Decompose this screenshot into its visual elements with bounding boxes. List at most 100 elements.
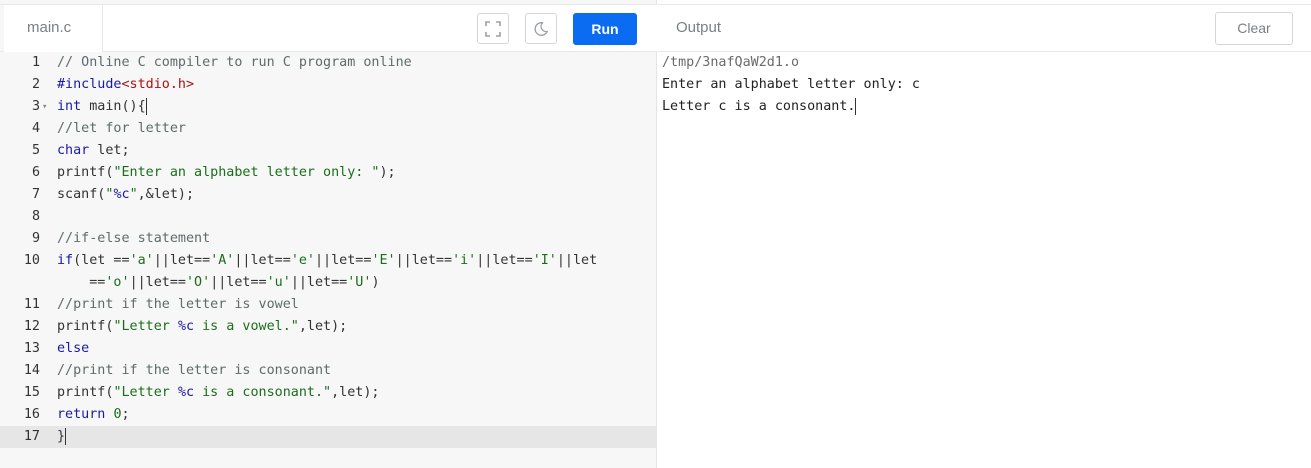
code-line[interactable]: 4 //let for letter [0,118,657,140]
code-text: } [57,426,67,448]
line-number: 4 [31,121,40,136]
code-line[interactable]: 9 //if-else statement [0,228,657,250]
code-token: <stdio.h> [121,77,195,92]
fullscreen-icon [485,20,501,37]
code-token: 'e' [290,253,315,268]
code-token: ,&let); [137,187,195,202]
line-number: 14 [23,363,40,378]
clear-button[interactable]: Clear [1215,12,1293,45]
code-line[interactable]: 7 scanf("%c",&let); [0,184,657,206]
code-token: ||let== [290,275,348,290]
output-line: Letter c is a consonant. [662,96,1307,118]
code-text: // Online C compiler to run C program on… [57,52,412,74]
code-token: //print if the letter is consonant [57,363,332,378]
code-line[interactable]: 8 [0,206,657,228]
code-token: 'o' [105,275,130,290]
code-token: 'U' [347,275,372,290]
code-token: ||let== [315,253,372,268]
code-text: //print if the letter is vowel [57,294,299,316]
code-token: "Enter an alphabet letter only: " [113,165,380,180]
line-number: 12 [23,319,40,334]
line-number: 3 [31,99,40,114]
line-number: 8 [31,209,40,224]
code-token: 'i' [452,253,477,268]
editor-pane: main.c Run 1 // Online C compiler to run … [0,0,657,468]
code-text: //if-else statement [57,228,210,250]
code-token: scanf( [57,187,106,202]
code-token: 'I' [532,253,557,268]
code-text: //let for letter [57,118,186,140]
output-title: Output [676,19,722,36]
output-pane: Output Clear /tmp/3nafQaW2d1.o Enter an a… [658,0,1311,468]
code-token: == [57,275,106,290]
line-number: 6 [31,165,40,180]
code-line[interactable]: =='o'||let=='O'||let=='u'||let=='U') [0,272,657,294]
code-token: ||let== [153,253,211,268]
code-token: is a vowel." [194,319,299,334]
code-text: else [57,338,89,360]
code-line[interactable]: 14 //print if the letter is consonant [0,360,657,382]
code-line[interactable]: 11 //print if the letter is vowel [0,294,657,316]
code-token: 'u' [266,275,291,290]
line-number: 15 [23,385,40,400]
code-text: if(let =='a'||let=='A'||let=='e'||let=='… [57,250,597,272]
code-line[interactable]: 12 printf("Letter %c is a vowel.",let); [0,316,657,338]
code-token: main(){ [81,99,146,114]
code-line[interactable]: 3 ▾ int main(){ [0,96,657,118]
line-number: 9 [31,231,40,246]
code-token: else [57,341,90,356]
code-token: //if-else statement [57,231,211,246]
run-button[interactable]: Run [573,13,637,45]
output-text: Enter an alphabet letter only: c [662,77,920,92]
code-text: scanf("%c",&let); [57,184,194,206]
code-token: printf( [57,165,114,180]
code-token: ||let== [476,253,533,268]
code-token: if [57,253,74,268]
code-token: is a consonant." [194,385,332,400]
output-line: Enter an alphabet letter only: c [662,74,1307,96]
output-text: /tmp/3nafQaW2d1.o [662,55,800,70]
code-token: %c [177,385,195,400]
moon-icon [534,21,549,36]
code-editor[interactable]: 1 // Online C compiler to run C program o… [0,52,657,468]
code-line[interactable]: 1 // Online C compiler to run C program o… [0,52,657,74]
code-token: printf( [57,385,114,400]
line-number: 2 [31,77,40,92]
output-file-path: /tmp/3nafQaW2d1.o [662,52,1307,74]
code-line[interactable]: 6 printf("Enter an alphabet letter only: … [0,162,657,184]
code-line[interactable]: 2 #include<stdio.h> [0,74,657,96]
code-token: #include [57,77,122,92]
code-token: 'A' [210,253,235,268]
line-number: 17 [23,429,40,444]
code-token: ,let); [331,385,380,400]
code-line[interactable]: 5 char let; [0,140,657,162]
output-text: Letter c is a consonant. [662,99,856,114]
code-token: return [57,407,106,422]
code-token: 0 [113,407,122,422]
code-token: } [57,429,66,444]
code-token: 'a' [129,253,154,268]
code-line[interactable]: 10 if(let =='a'||let=='A'||let=='e'||let=… [0,250,657,272]
code-token: "Letter [113,385,178,400]
code-token: int [57,99,82,114]
code-token: ||let [556,253,598,268]
code-token: ) [371,275,380,290]
code-token: ,let); [298,319,348,334]
file-tab-main-c[interactable]: main.c [4,4,103,52]
fullscreen-button[interactable] [477,13,509,44]
code-token: ; [121,407,130,422]
code-line[interactable]: 13 else [0,338,657,360]
line-number: 7 [31,187,40,202]
code-token: printf( [57,319,114,334]
dark-mode-button[interactable] [525,13,557,44]
code-token: 'O' [186,275,211,290]
fold-arrow-icon[interactable]: ▾ [42,96,47,118]
code-text: =='o'||let=='O'||let=='u'||let=='U') [57,272,380,294]
code-text: printf("Letter %c is a consonant.",let); [57,382,380,404]
code-line[interactable]: 15 printf("Letter %c is a consonant.",let… [0,382,657,404]
code-token: ||let== [129,275,186,290]
code-line[interactable]: 16 return 0; [0,404,657,426]
output-console[interactable]: /tmp/3nafQaW2d1.o Enter an alphabet lette… [662,52,1307,118]
code-token: // Online C compiler to run C program on… [57,55,412,70]
code-line[interactable]: 17} [0,426,657,448]
